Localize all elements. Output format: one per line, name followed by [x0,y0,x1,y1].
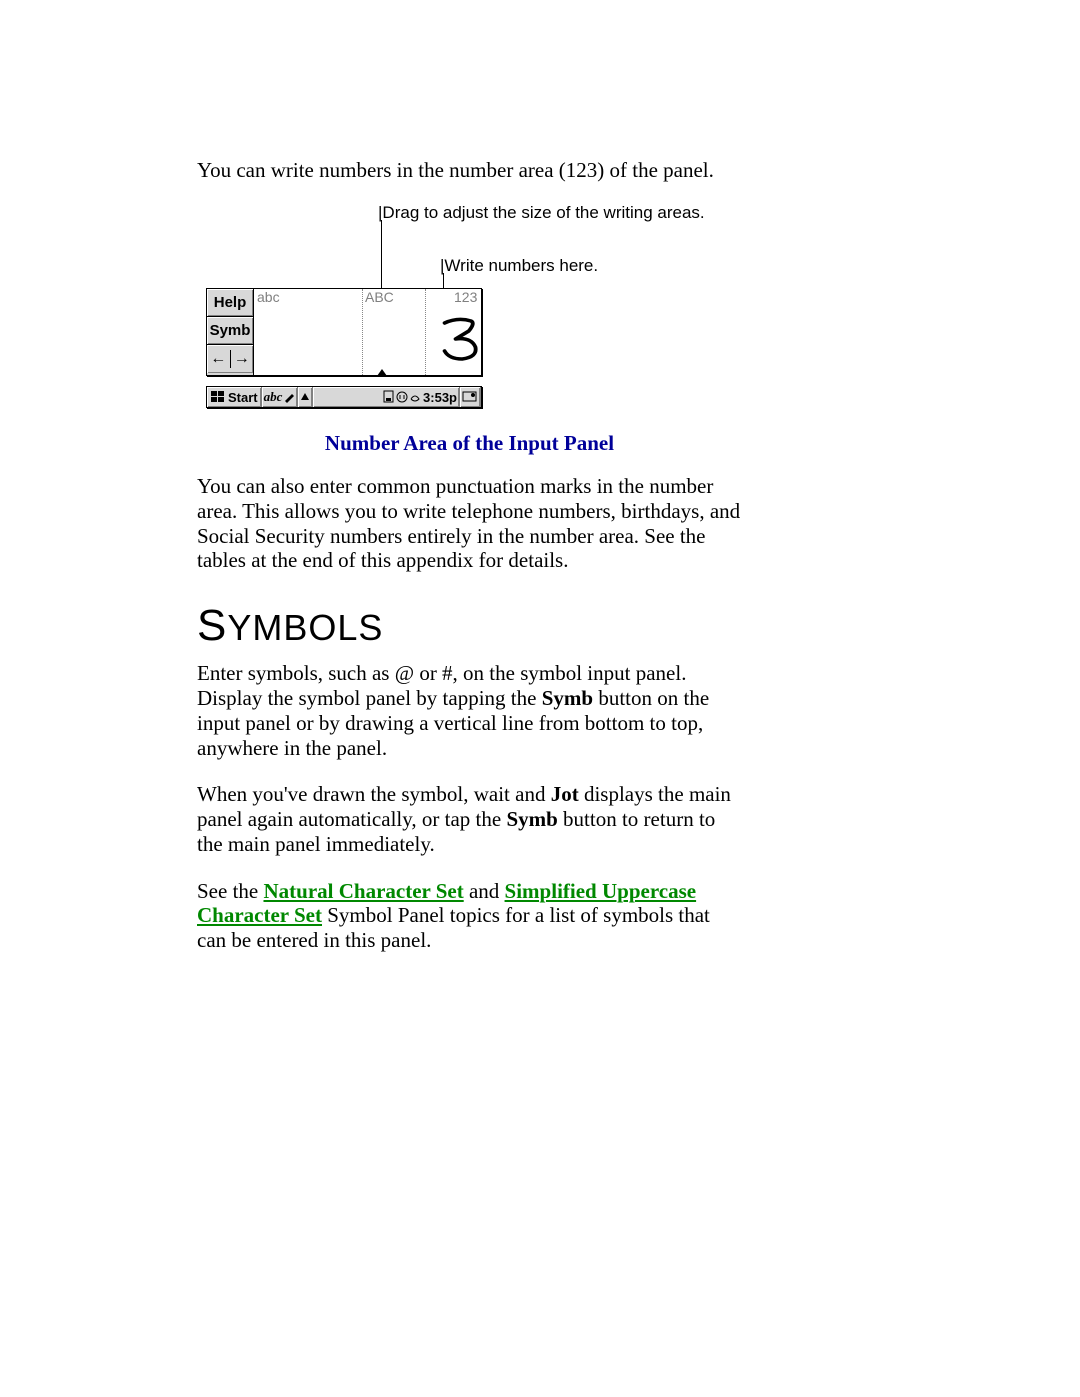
link-natural-charset[interactable]: Natural Character Set [263,879,463,903]
tray-area: 3:53p [313,387,460,407]
area-divider-2 [425,289,426,375]
pen-icon [283,391,295,403]
tray-icon-2 [396,390,408,404]
callout-write-text: Write numbers here. [444,256,598,275]
arrow-left-button[interactable]: ← [207,350,231,368]
tray-icon-3 [409,390,421,404]
heading-symbols: SYMBOLS [197,601,742,651]
taskbar: Start abc 3:53p [206,386,482,408]
callout-drag-text: Drag to adjust the size of the writing a… [382,203,704,222]
keyboard-toggle-button[interactable] [298,387,313,407]
figure-caption: Number Area of the Input Panel [197,431,742,456]
input-mode-label: abc [264,389,283,405]
symb-bold-1: Symb [542,686,593,710]
input-mode-button[interactable]: abc [262,387,299,407]
area-label-numbers: 123 [454,289,477,305]
content-column: You can write numbers in the number area… [197,158,742,953]
symbols-paragraph-1: Enter symbols, such as @ or #, on the sy… [197,661,742,760]
document-page: You can write numbers in the number area… [0,0,1080,1397]
symbols-paragraph-2: When you've drawn the symbol, wait and J… [197,782,742,856]
area-label-uppercase: ABC [365,289,394,305]
taskbar-clock: 3:53p [423,390,457,405]
symbols-paragraph-3: See the Natural Character Set and Simpli… [197,879,742,953]
tray-icon-1 [383,390,395,404]
heading-rest: YMBOLS [227,607,383,648]
windows-logo-icon [210,390,226,404]
area-label-lowercase: abc [257,289,280,305]
intro-paragraph: You can write numbers in the number area… [197,158,742,183]
jot-bold: Jot [551,782,579,806]
input-panel-figure: |Drag to adjust the size of the writing … [197,203,742,413]
handwritten-glyph [438,315,482,373]
start-label: Start [228,390,258,405]
callout-write: |Write numbers here. [440,256,598,276]
desktop-icon [462,390,478,404]
input-panel: Help Symb ← → abc ABC 123 [206,288,482,376]
desktop-button[interactable] [460,387,481,407]
paragraph-punctuation: You can also enter common punctuation ma… [197,474,742,573]
callout-drag: |Drag to adjust the size of the writing … [378,203,705,223]
heading-first-letter: S [197,601,227,650]
panel-side-buttons: Help Symb ← → [207,289,254,375]
up-triangle-icon [300,391,310,403]
symb-button[interactable]: Symb [207,317,253,345]
arrow-buttons: ← → [207,345,253,373]
help-button[interactable]: Help [207,289,253,317]
arrow-right-button[interactable]: → [231,350,254,368]
start-button[interactable]: Start [207,387,262,407]
handwritten-three-icon [438,315,482,363]
area-divider-1 [362,289,363,375]
drag-handle-icon[interactable] [377,369,387,376]
symb-bold-2: Symb [506,807,557,831]
